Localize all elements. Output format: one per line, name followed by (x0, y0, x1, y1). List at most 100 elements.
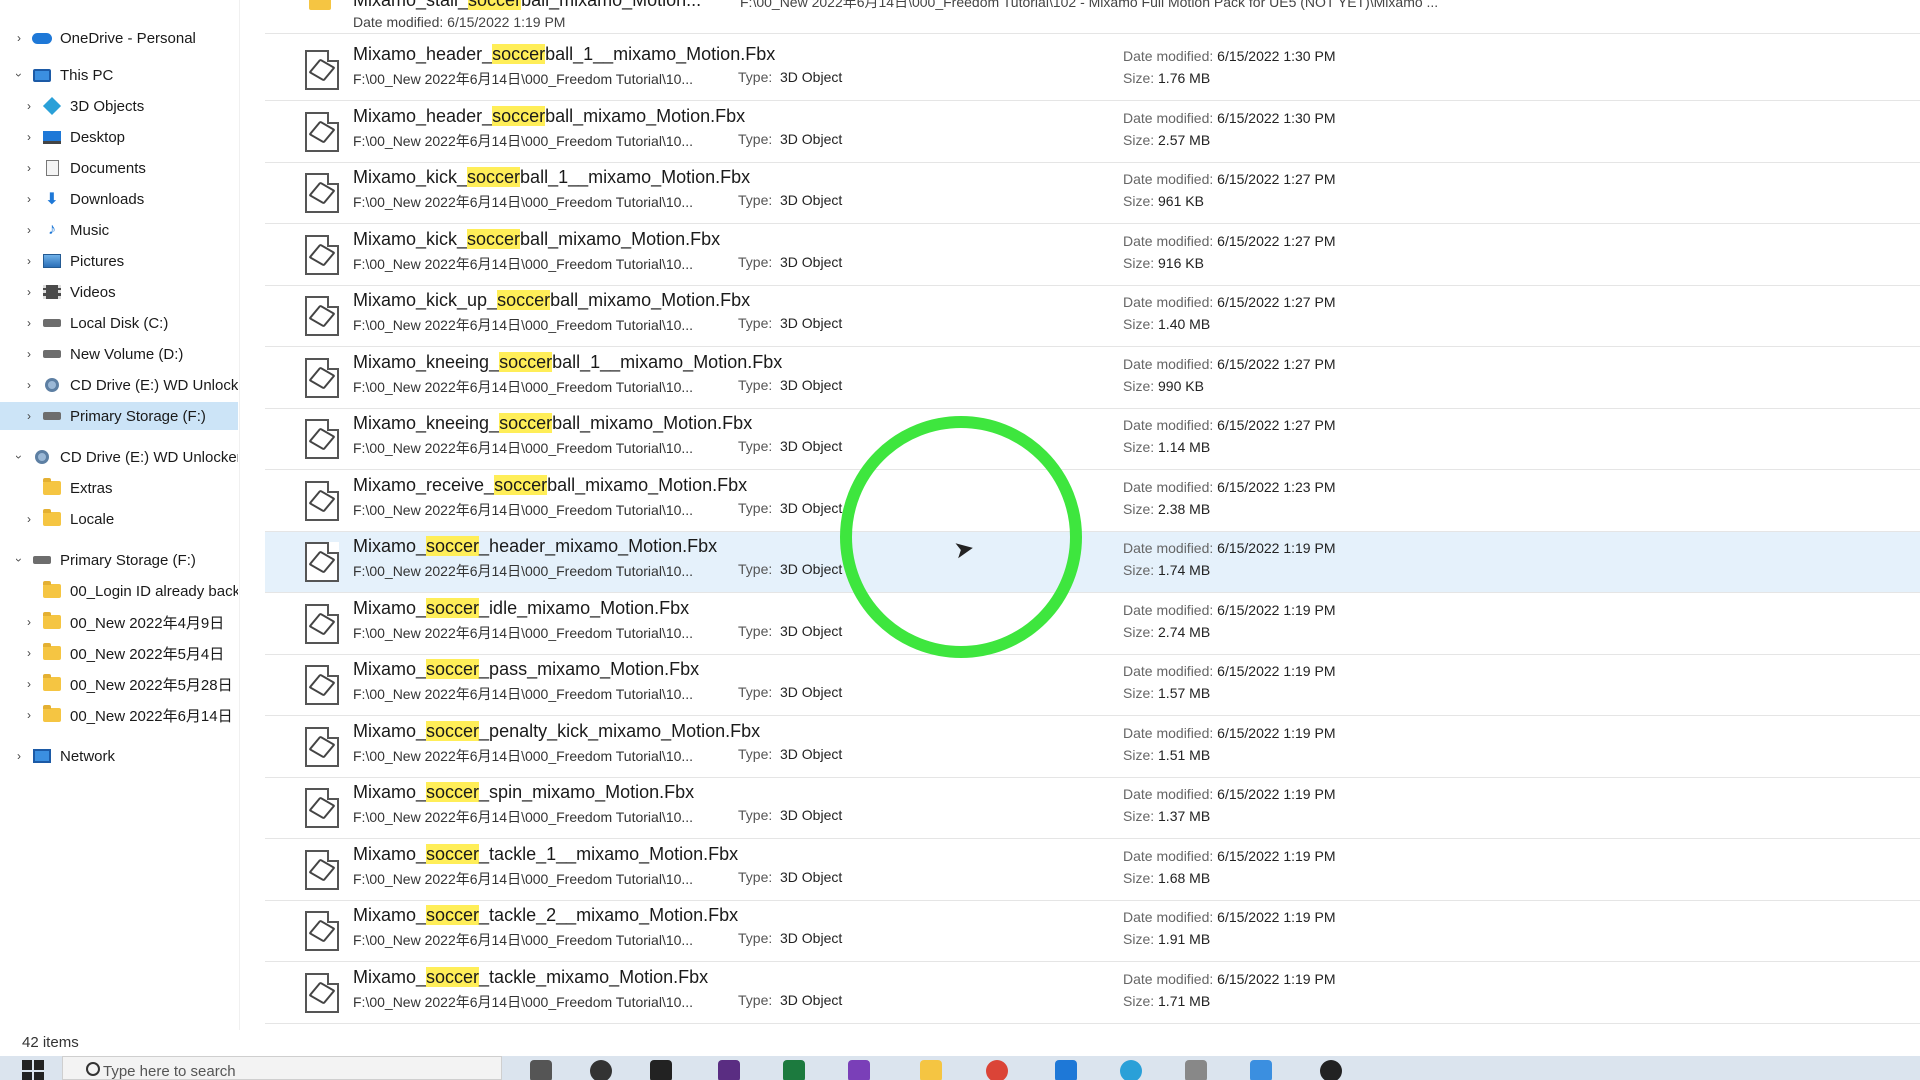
nav-item[interactable]: › Primary Storage (F:) (0, 546, 238, 574)
file-name-part: ball_mixamo_Motion.Fbx (550, 290, 751, 310)
nav-item[interactable]: › Local Disk (C:) (0, 309, 238, 337)
date-modified-label: Date modified: (1123, 909, 1214, 925)
nav-item[interactable]: › Videos (0, 278, 238, 306)
chevron-right-icon[interactable]: › (22, 378, 36, 392)
chevron-right-icon[interactable]: › (22, 646, 36, 660)
taskbar-search-input[interactable]: Type here to search (62, 1056, 502, 1080)
file-row[interactable]: Mixamo_soccer_spin_mixamo_Motion.Fbx F:\0… (265, 778, 1920, 839)
nav-item[interactable]: › 00_New 2022年5月28日 (0, 670, 238, 698)
size-label: Size: (1123, 562, 1155, 578)
chevron-down-icon[interactable]: › (12, 553, 26, 567)
search-match-highlight: soccer (467, 228, 521, 249)
file-row[interactable]: Mixamo_soccer_pass_mixamo_Motion.Fbx F:\0… (265, 655, 1920, 716)
chevron-right-icon[interactable]: › (22, 161, 36, 175)
file-row[interactable]: Mixamo_kick_soccerball_1__mixamo_Motion.… (265, 163, 1920, 224)
nav-item-label: Primary Storage (F:) (60, 551, 196, 569)
folder-icon (42, 478, 62, 497)
chevron-right-icon[interactable]: › (22, 409, 36, 423)
nav-item[interactable]: › Pictures (0, 247, 238, 275)
chevron-right-icon[interactable]: › (22, 254, 36, 268)
app-icon-8[interactable] (1250, 1060, 1272, 1080)
chevron-right-icon[interactable]: › (22, 316, 36, 330)
nav-item[interactable]: › 00_New 2022年5月4日 (0, 639, 238, 667)
file-path: F:\00_New 2022年6月14日\000_Freedom Tutoria… (353, 932, 694, 948)
file-row-partial[interactable]: Mixamo_stall_soccerball_mixamo_Motion...… (265, 0, 1920, 34)
nav-item[interactable]: › Documents (0, 154, 238, 182)
task-view-icon[interactable] (530, 1060, 552, 1080)
nav-item[interactable]: › 3D Objects (0, 92, 238, 120)
file-row[interactable]: Mixamo_soccer_header_mixamo_Motion.Fbx F:… (265, 532, 1920, 593)
chevron-right-icon[interactable]: › (22, 99, 36, 113)
file-row[interactable]: Mixamo_soccer_idle_mixamo_Motion.Fbx F:\0… (265, 594, 1920, 655)
windows-start-icon[interactable] (22, 1060, 44, 1080)
app-icon-3[interactable] (718, 1060, 740, 1080)
nav-item[interactable]: › Network (0, 742, 238, 770)
nav-item[interactable]: 00_Login ID already back (0, 577, 238, 605)
file-name-part: ball_mixamo_Motion.Fbx (547, 474, 748, 495)
chevron-right-icon[interactable]: › (22, 285, 36, 299)
nav-item-label: Desktop (70, 128, 126, 146)
file-row[interactable]: Mixamo_soccer_tackle_2__mixamo_Motion.Fb… (265, 901, 1920, 962)
nav-item[interactable]: › Locale (0, 505, 238, 533)
file-row[interactable]: Mixamo_kick_soccerball_mixamo_Motion.Fbx… (265, 225, 1920, 286)
nav-item[interactable]: › CD Drive (E:) WD Unlocker (0, 443, 238, 471)
nav-item[interactable]: › Desktop (0, 123, 238, 151)
file-row[interactable]: Mixamo_kick_up_soccerball_mixamo_Motion.… (265, 286, 1920, 347)
chevron-right-icon[interactable]: › (22, 677, 36, 691)
app-icon-2[interactable] (650, 1060, 672, 1080)
file-type: 3D Object (780, 315, 843, 331)
file-type: 3D Object (780, 868, 843, 885)
chevron-right-icon[interactable]: › (22, 512, 36, 526)
chevron-right-icon[interactable]: › (22, 130, 36, 144)
file-name-part: ball_1__mixamo_Motion.Fbx (552, 351, 783, 372)
date-modified: Date modified: 6/15/2022 1:27 PM (1123, 417, 1335, 433)
chevron-down-icon[interactable]: › (12, 68, 26, 82)
date-modified: Date modified: 6/15/2022 1:19 PM (1123, 663, 1335, 679)
size-value: 1.14 MB (1158, 439, 1211, 455)
nav-item[interactable]: › 00_New 2022年4月9日 (0, 608, 238, 636)
chevron-right-icon[interactable]: › (22, 192, 36, 206)
chevron-right-icon[interactable]: › (22, 223, 36, 237)
file-row[interactable]: Mixamo_kneeing_soccerball_1__mixamo_Moti… (265, 348, 1920, 409)
folder-icon (42, 612, 62, 631)
file-path: F:\00_New 2022年6月14日\000_Freedom Tutoria… (353, 809, 694, 825)
app-icon-7[interactable] (1185, 1060, 1207, 1080)
app-icon-9[interactable] (1320, 1060, 1342, 1080)
chevron-down-icon[interactable]: › (12, 450, 26, 464)
file-row[interactable]: Mixamo_kneeing_soccerball_mixamo_Motion.… (265, 409, 1920, 470)
nav-item[interactable]: › 00_New 2022年6月14日 (0, 701, 238, 729)
file-row[interactable]: Mixamo_header_soccerball_1__mixamo_Motio… (265, 40, 1920, 101)
chevron-right-icon[interactable]: › (22, 615, 36, 629)
app-icon-5[interactable] (1055, 1060, 1077, 1080)
type-label: Type: (738, 622, 773, 639)
file-row[interactable]: Mixamo_soccer_penalty_kick_mixamo_Motion… (265, 717, 1920, 778)
nav-item[interactable]: › CD Drive (E:) WD Unlock (0, 371, 238, 399)
chevron-right-icon[interactable]: › (22, 708, 36, 722)
nav-item-label: Downloads (70, 190, 145, 208)
nav-item[interactable]: › ⬇ Downloads (0, 185, 238, 213)
file-row[interactable]: Mixamo_soccer_tackle_1__mixamo_Motion.Fb… (265, 840, 1920, 901)
cube-icon (308, 550, 336, 574)
file-explorer-icon[interactable] (920, 1060, 942, 1080)
nav-item[interactable]: › ♪ Music (0, 216, 238, 244)
nav-item[interactable]: › New Volume (D:) (0, 340, 238, 368)
chevron-right-icon[interactable]: › (22, 347, 36, 361)
nav-item[interactable]: › OneDrive - Personal (0, 24, 238, 52)
nav-item[interactable]: › This PC (0, 61, 238, 89)
file-row[interactable]: Mixamo_receive_soccerball_mixamo_Motion.… (265, 471, 1920, 532)
nav-item-label: This PC (60, 66, 114, 84)
app-icon-6[interactable] (1120, 1060, 1142, 1080)
nav-item[interactable]: › Primary Storage (F:) (0, 402, 238, 430)
nav-item-label: 3D Objects (70, 97, 145, 115)
file-name-part: _idle_mixamo_Motion.Fbx (479, 597, 690, 618)
chevron-right-icon[interactable]: › (12, 749, 26, 763)
chevron-right-icon[interactable]: › (12, 31, 26, 45)
onenote-icon[interactable] (848, 1060, 870, 1080)
app-icon-1[interactable] (590, 1060, 612, 1080)
file-size: Size: 1.91 MB (1123, 931, 1210, 947)
file-row[interactable]: Mixamo_header_soccerball_mixamo_Motion.F… (265, 102, 1920, 163)
app-icon-4[interactable] (783, 1060, 805, 1080)
nav-item[interactable]: Extras (0, 474, 238, 502)
file-row[interactable]: Mixamo_soccer_tackle_mixamo_Motion.Fbx F:… (265, 963, 1920, 1024)
chrome-icon[interactable] (986, 1060, 1008, 1080)
